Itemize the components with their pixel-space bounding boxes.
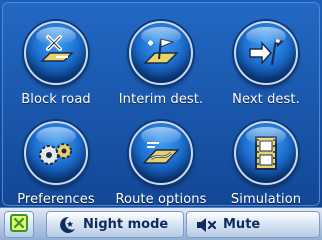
route-options-icon [129, 121, 193, 185]
next-dest-icon [234, 21, 298, 85]
bottom-toolbar: Night mode Mute [0, 207, 322, 240]
mute-label: Mute [223, 217, 261, 232]
next-dest-button[interactable]: Next dest. [213, 14, 319, 114]
night-mode-label: Night mode [83, 217, 169, 232]
block-road-label: Block road [21, 92, 91, 107]
close-button[interactable] [4, 211, 34, 238]
mute-speaker-icon [195, 216, 217, 234]
block-road-icon [24, 21, 88, 85]
navigation-menu-screen: Block road Interim dest. Next dest. Pref… [0, 0, 322, 240]
block-road-button[interactable]: Block road [3, 14, 109, 114]
interim-dest-label: Interim dest. [118, 92, 204, 107]
interim-dest-icon [129, 21, 193, 85]
night-mode-button[interactable]: Night mode [46, 211, 184, 238]
route-options-button[interactable]: Route options [108, 114, 214, 214]
next-dest-label: Next dest. [232, 92, 300, 107]
gears-icon [24, 121, 88, 185]
moon-icon [57, 215, 77, 235]
preferences-button[interactable]: Preferences [3, 114, 109, 214]
preferences-label: Preferences [17, 192, 95, 207]
film-icon [234, 121, 298, 185]
route-options-label: Route options [115, 192, 207, 207]
simulation-button[interactable]: Simulation [213, 114, 319, 214]
simulation-label: Simulation [230, 192, 302, 207]
close-icon [10, 213, 28, 236]
mute-button[interactable]: Mute [186, 211, 320, 238]
interim-dest-button[interactable]: Interim dest. [108, 14, 214, 114]
